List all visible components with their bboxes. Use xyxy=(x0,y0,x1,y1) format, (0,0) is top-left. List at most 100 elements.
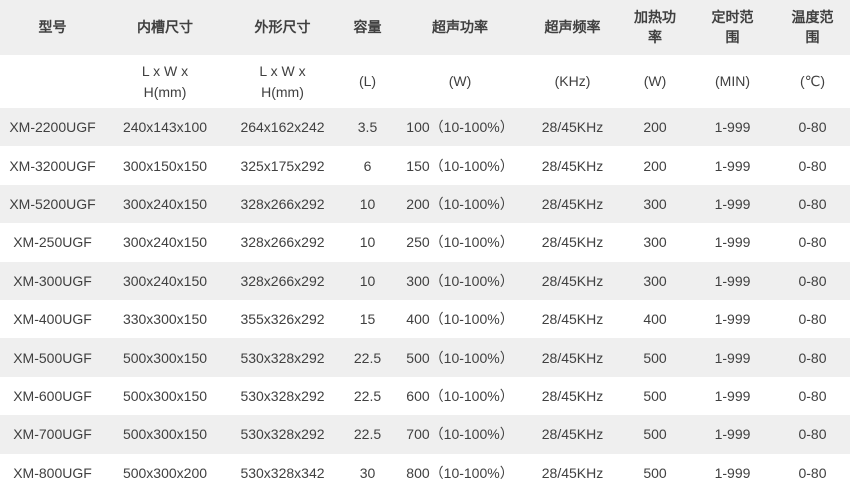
table-row: XM-400UGF330x300x150355x326x29215400（10-… xyxy=(0,300,850,338)
cell-timer-range: 1-999 xyxy=(690,300,775,338)
cell-outer-size: 328x266x292 xyxy=(225,185,340,223)
cell-outer-size: 530x328x292 xyxy=(225,377,340,415)
cell-timer-range: 1-999 xyxy=(690,262,775,300)
cell-ultrasonic-power: 800（10-100%） xyxy=(395,454,525,492)
cell-ultrasonic-frequency: 28/45KHz xyxy=(525,223,620,261)
cell-capacity: 6 xyxy=(340,146,395,184)
unit-capacity: (L) xyxy=(340,55,395,108)
header-timer-range: 定时范 围 xyxy=(690,0,775,55)
cell-temperature-range: 0-80 xyxy=(775,185,850,223)
cell-inner-tank-size: 500x300x150 xyxy=(105,338,225,376)
unit-temperature-range: (℃) xyxy=(775,55,850,108)
cell-capacity: 10 xyxy=(340,262,395,300)
unit-timer-range: (MIN) xyxy=(690,55,775,108)
units-row: L x W x H(mm) L x W x H(mm) (L) (W) (KHz… xyxy=(0,55,850,108)
cell-model: XM-300UGF xyxy=(0,262,105,300)
cell-model: XM-800UGF xyxy=(0,454,105,492)
cell-heating-power: 400 xyxy=(620,300,690,338)
cell-capacity: 22.5 xyxy=(340,377,395,415)
table-row: XM-3200UGF300x150x150325x175x2926150（10-… xyxy=(0,146,850,184)
unit-inner-tank-size: L x W x H(mm) xyxy=(105,55,225,108)
cell-ultrasonic-power: 700（10-100%） xyxy=(395,415,525,453)
cell-inner-tank-size: 500x300x150 xyxy=(105,377,225,415)
cell-temperature-range: 0-80 xyxy=(775,454,850,492)
cell-outer-size: 325x175x292 xyxy=(225,146,340,184)
cell-ultrasonic-power: 250（10-100%） xyxy=(395,223,525,261)
cell-timer-range: 1-999 xyxy=(690,415,775,453)
header-inner-tank-size: 内槽尺寸 xyxy=(105,0,225,55)
cell-heating-power: 500 xyxy=(620,338,690,376)
cell-temperature-range: 0-80 xyxy=(775,415,850,453)
cell-capacity: 10 xyxy=(340,185,395,223)
cell-inner-tank-size: 300x240x150 xyxy=(105,262,225,300)
cell-outer-size: 328x266x292 xyxy=(225,223,340,261)
cell-inner-tank-size: 240x143x100 xyxy=(105,108,225,146)
cell-model: XM-3200UGF xyxy=(0,146,105,184)
cell-temperature-range: 0-80 xyxy=(775,338,850,376)
table-row: XM-600UGF500x300x150530x328x29222.5600（1… xyxy=(0,377,850,415)
header-capacity: 容量 xyxy=(340,0,395,55)
cell-ultrasonic-power: 600（10-100%） xyxy=(395,377,525,415)
cell-temperature-range: 0-80 xyxy=(775,223,850,261)
header-outer-size: 外形尺寸 xyxy=(225,0,340,55)
cell-capacity: 30 xyxy=(340,454,395,492)
cell-ultrasonic-frequency: 28/45KHz xyxy=(525,108,620,146)
cell-capacity: 3.5 xyxy=(340,108,395,146)
cell-outer-size: 530x328x292 xyxy=(225,415,340,453)
header-heating-power: 加热功 率 xyxy=(620,0,690,55)
cell-outer-size: 264x162x242 xyxy=(225,108,340,146)
spec-table: 型号 内槽尺寸 外形尺寸 容量 超声功率 超声频率 加热功 率 定时范 围 温度… xyxy=(0,0,850,492)
cell-ultrasonic-frequency: 28/45KHz xyxy=(525,262,620,300)
table-row: XM-700UGF500x300x150530x328x29222.5700（1… xyxy=(0,415,850,453)
cell-outer-size: 328x266x292 xyxy=(225,262,340,300)
cell-timer-range: 1-999 xyxy=(690,185,775,223)
spec-table-header: 型号 内槽尺寸 外形尺寸 容量 超声功率 超声频率 加热功 率 定时范 围 温度… xyxy=(0,0,850,108)
table-row: XM-300UGF300x240x150328x266x29210300（10-… xyxy=(0,262,850,300)
header-row: 型号 内槽尺寸 外形尺寸 容量 超声功率 超声频率 加热功 率 定时范 围 温度… xyxy=(0,0,850,55)
cell-outer-size: 530x328x292 xyxy=(225,338,340,376)
cell-outer-size: 355x326x292 xyxy=(225,300,340,338)
cell-timer-range: 1-999 xyxy=(690,377,775,415)
cell-heating-power: 200 xyxy=(620,146,690,184)
cell-inner-tank-size: 300x150x150 xyxy=(105,146,225,184)
cell-ultrasonic-power: 400（10-100%） xyxy=(395,300,525,338)
cell-ultrasonic-frequency: 28/45KHz xyxy=(525,300,620,338)
cell-timer-range: 1-999 xyxy=(690,223,775,261)
unit-ultrasonic-power: (W) xyxy=(395,55,525,108)
header-temperature-range: 温度范 围 xyxy=(775,0,850,55)
cell-capacity: 10 xyxy=(340,223,395,261)
table-row: XM-500UGF500x300x150530x328x29222.5500（1… xyxy=(0,338,850,376)
cell-ultrasonic-power: 200（10-100%） xyxy=(395,185,525,223)
cell-inner-tank-size: 300x240x150 xyxy=(105,185,225,223)
cell-temperature-range: 0-80 xyxy=(775,146,850,184)
cell-ultrasonic-frequency: 28/45KHz xyxy=(525,146,620,184)
cell-ultrasonic-power: 500（10-100%） xyxy=(395,338,525,376)
cell-temperature-range: 0-80 xyxy=(775,262,850,300)
cell-ultrasonic-frequency: 28/45KHz xyxy=(525,338,620,376)
cell-inner-tank-size: 500x300x150 xyxy=(105,415,225,453)
header-ultrasonic-frequency: 超声频率 xyxy=(525,0,620,55)
table-row: XM-5200UGF300x240x150328x266x29210200（10… xyxy=(0,185,850,223)
cell-inner-tank-size: 330x300x150 xyxy=(105,300,225,338)
table-row: XM-2200UGF240x143x100264x162x2423.5100（1… xyxy=(0,108,850,146)
cell-ultrasonic-power: 150（10-100%） xyxy=(395,146,525,184)
cell-ultrasonic-frequency: 28/45KHz xyxy=(525,415,620,453)
cell-temperature-range: 0-80 xyxy=(775,300,850,338)
cell-heating-power: 500 xyxy=(620,415,690,453)
cell-timer-range: 1-999 xyxy=(690,146,775,184)
cell-ultrasonic-frequency: 28/45KHz xyxy=(525,454,620,492)
cell-heating-power: 300 xyxy=(620,223,690,261)
header-ultrasonic-power: 超声功率 xyxy=(395,0,525,55)
cell-ultrasonic-frequency: 28/45KHz xyxy=(525,185,620,223)
cell-timer-range: 1-999 xyxy=(690,454,775,492)
cell-ultrasonic-power: 300（10-100%） xyxy=(395,262,525,300)
cell-model: XM-500UGF xyxy=(0,338,105,376)
cell-heating-power: 200 xyxy=(620,108,690,146)
cell-heating-power: 500 xyxy=(620,454,690,492)
cell-timer-range: 1-999 xyxy=(690,108,775,146)
cell-model: XM-5200UGF xyxy=(0,185,105,223)
table-row: XM-800UGF500x300x200530x328x34230800（10-… xyxy=(0,454,850,492)
spec-table-body: XM-2200UGF240x143x100264x162x2423.5100（1… xyxy=(0,108,850,492)
cell-model: XM-400UGF xyxy=(0,300,105,338)
cell-temperature-range: 0-80 xyxy=(775,108,850,146)
